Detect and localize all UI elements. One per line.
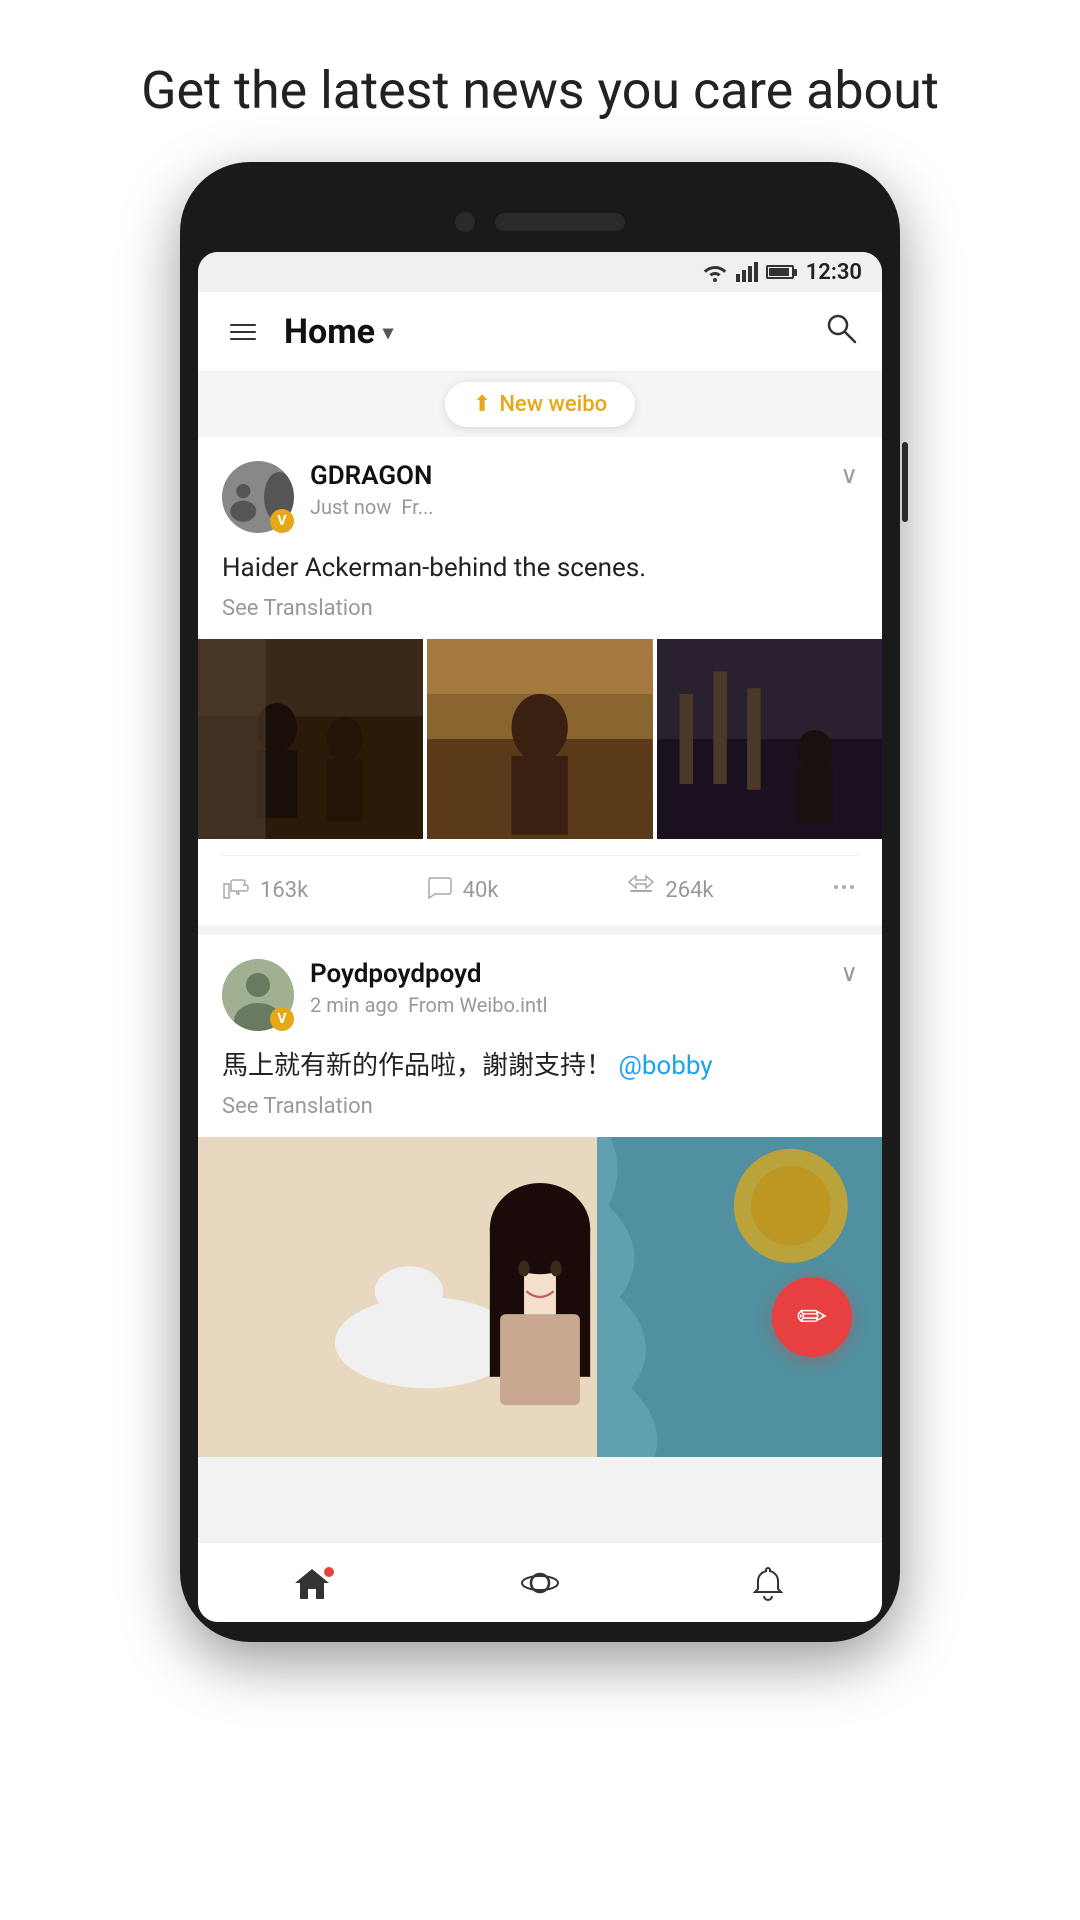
repost-icon-1: [627, 874, 655, 907]
home-notification-dot: [324, 1567, 334, 1577]
phone-frame: 12:30 Home ▾ ⬆ New weibo: [180, 162, 900, 1642]
new-weibo-icon: ⬆: [473, 392, 491, 417]
image-grid-1: [198, 639, 882, 839]
battery-icon: [766, 265, 794, 279]
post-mention-2[interactable]: @bobby: [618, 1051, 712, 1081]
page-headline: Get the latest news you care about: [81, 0, 999, 162]
bottom-nav-notifications[interactable]: [654, 1564, 882, 1602]
post-text-2: 馬上就有新的作品啦，謝謝支持！ @bobby: [222, 1047, 858, 1086]
like-icon-1: [222, 874, 250, 907]
phone-camera: [455, 212, 475, 232]
repost-count-1: 264k: [665, 878, 713, 903]
post-username-2: Poydpoydpoyd: [310, 959, 840, 989]
fab-compose-button[interactable]: ✏: [772, 1277, 852, 1357]
comment-action-1[interactable]: 40k: [425, 874, 628, 907]
phone-top: [198, 192, 882, 252]
post-meta-2: Poydpoydpoyd 2 min ago From Weibo.intl: [310, 959, 840, 1017]
verified-badge-2: V: [270, 1007, 294, 1031]
comment-icon-1: [425, 874, 453, 907]
dropdown-arrow-icon: ▾: [383, 320, 393, 344]
status-time: 12:30: [806, 260, 862, 285]
grid-image-1[interactable]: [198, 639, 423, 839]
post-meta-1: GDRAGON Just now Fr...: [310, 461, 840, 519]
like-action-1[interactable]: 163k: [222, 874, 425, 907]
post-time-1: Just now: [310, 495, 391, 519]
post-source-2: From Weibo.intl: [403, 993, 547, 1017]
post-text-1: Haider Ackerman-behind the scenes.: [222, 549, 858, 588]
see-translation-1[interactable]: See Translation: [222, 596, 858, 621]
post-dropdown-1[interactable]: ∨: [840, 461, 858, 489]
post-header-2: V Poydpoydpoyd 2 min ago From Weibo.intl…: [222, 959, 858, 1031]
explore-icon: [521, 1564, 559, 1602]
share-more-icon-1[interactable]: [830, 874, 858, 907]
phone-screen: 12:30 Home ▾ ⬆ New weibo: [198, 252, 882, 1622]
new-weibo-label: New weibo: [499, 392, 607, 417]
comment-count-1: 40k: [463, 878, 499, 903]
post-header-1: V GDRAGON Just now Fr... ∨: [222, 461, 858, 533]
nav-title-text: Home: [284, 312, 375, 352]
see-translation-2[interactable]: See Translation: [222, 1094, 858, 1119]
grid-image-3[interactable]: [657, 639, 882, 839]
phone-speaker: [495, 213, 625, 231]
new-weibo-bubble[interactable]: ⬆ New weibo: [445, 382, 635, 427]
like-count-1: 163k: [260, 878, 308, 903]
bottom-nav: [198, 1542, 882, 1622]
wifi-icon: [702, 262, 728, 282]
post-dropdown-2[interactable]: ∨: [840, 959, 858, 987]
repost-action-1[interactable]: 264k: [627, 874, 830, 907]
post-source-1: Fr...: [396, 495, 433, 519]
status-icons: 12:30: [702, 260, 862, 285]
volume-button: [902, 442, 908, 522]
post-actions-1: 163k 40k: [222, 855, 858, 925]
feed: V GDRAGON Just now Fr... ∨ Haider Ackerm…: [198, 437, 882, 1542]
search-icon[interactable]: [824, 311, 858, 353]
post-card-1: V GDRAGON Just now Fr... ∨ Haider Ackerm…: [198, 437, 882, 925]
bottom-nav-explore[interactable]: [426, 1564, 654, 1602]
post-username-1: GDRAGON: [310, 461, 840, 491]
nav-title[interactable]: Home ▾: [284, 312, 393, 352]
bottom-nav-home[interactable]: [198, 1565, 426, 1601]
verified-badge-1: V: [270, 509, 294, 533]
notifications-icon: [750, 1564, 786, 1602]
new-weibo-toast[interactable]: ⬆ New weibo: [198, 372, 882, 437]
post-info-1: Just now Fr...: [310, 495, 840, 519]
grid-image-2[interactable]: [427, 639, 652, 839]
hamburger-menu-icon[interactable]: [222, 316, 264, 348]
compose-icon: ✏: [797, 1296, 827, 1338]
post-time-2: 2 min ago: [310, 993, 398, 1017]
post-info-2: 2 min ago From Weibo.intl: [310, 993, 840, 1017]
avatar-container-2: V: [222, 959, 294, 1031]
status-bar: 12:30: [198, 252, 882, 292]
post-card-2: V Poydpoydpoyd 2 min ago From Weibo.intl…: [198, 935, 882, 1457]
nav-bar: Home ▾: [198, 292, 882, 372]
avatar-container-1: V: [222, 461, 294, 533]
signal-icon: [736, 262, 758, 282]
